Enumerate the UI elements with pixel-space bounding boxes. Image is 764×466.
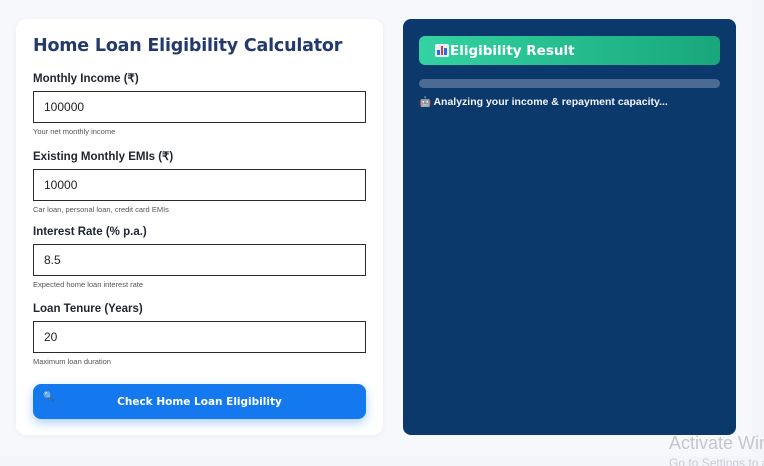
existing-emis-label: Existing Monthly EMIs (₹) [33, 151, 174, 163]
monthly-income-input[interactable] [33, 91, 366, 123]
monthly-income-field: Monthly Income (₹) Your net monthly inco… [33, 71, 366, 136]
activation-watermark-title: Activate Windows [669, 433, 764, 453]
existing-emis-help: Car loan, personal loan, credit card EMI… [33, 205, 169, 214]
analysis-status: 🤖 Analyzing your income & repayment capa… [419, 96, 720, 108]
result-title: Eligibility Result [450, 42, 575, 59]
existing-emis-input[interactable] [33, 169, 366, 201]
calculator-card: Home Loan Eligibility Calculator Monthly… [16, 19, 383, 435]
monthly-income-help: Your net monthly income [33, 127, 116, 136]
interest-rate-input[interactable] [33, 244, 366, 276]
interest-rate-help: Expected home loan interest rate [33, 280, 144, 289]
loan-tenure-field: Loan Tenure (Years) Maximum loan duratio… [33, 303, 366, 366]
existing-emis-field: Existing Monthly EMIs (₹) Car loan, pers… [33, 149, 366, 214]
progress-bar [419, 79, 720, 88]
check-eligibility-button[interactable]: 🔍 Check Home Loan Eligibility [33, 384, 366, 419]
interest-rate-label: Interest Rate (% p.a.) [33, 226, 147, 238]
loan-tenure-input[interactable] [33, 321, 366, 353]
calculator-title: Home Loan Eligibility Calculator [33, 36, 343, 56]
magnifier-icon: 🔍 [43, 392, 55, 402]
monthly-income-label: Monthly Income (₹) [33, 73, 139, 85]
bar-chart-icon [435, 44, 449, 57]
loan-tenure-label: Loan Tenure (Years) [33, 303, 143, 315]
result-header: Eligibility Result [419, 36, 720, 65]
result-panel: Eligibility Result 🤖 Analyzing your inco… [403, 19, 736, 435]
loan-tenure-help: Maximum loan duration [33, 357, 111, 366]
analysis-status-text: Analyzing your income & repayment capaci… [433, 96, 668, 108]
interest-rate-field: Interest Rate (% p.a.) Expected home loa… [33, 226, 366, 289]
activation-watermark-subtitle: Go to Settings to activate Windows. [669, 456, 764, 466]
check-eligibility-label: Check Home Loan Eligibility [117, 395, 282, 408]
robot-icon: 🤖 [419, 96, 432, 108]
screen: Home Loan Eligibility Calculator Monthly… [0, 0, 764, 466]
